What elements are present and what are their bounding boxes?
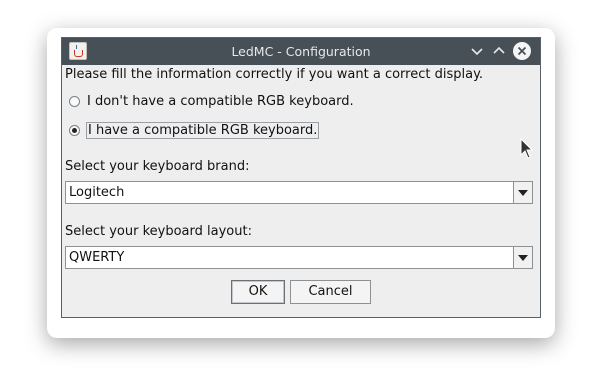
maximize-button[interactable] bbox=[490, 42, 508, 60]
radio-button-checked[interactable] bbox=[69, 124, 80, 136]
dialog-content: Please fill the information correctly if… bbox=[62, 65, 540, 317]
radio-label: I have a compatible RGB keyboard. bbox=[86, 121, 320, 139]
radio-label: I don't have a compatible RGB keyboard. bbox=[87, 93, 354, 109]
chevron-down-icon bbox=[471, 48, 483, 56]
radio-button-unchecked[interactable] bbox=[69, 95, 80, 107]
radio-no-rgb-keyboard[interactable]: I don't have a compatible RGB keyboard. bbox=[69, 92, 355, 110]
close-icon bbox=[517, 46, 527, 56]
config-dialog: LedMC - Configuration Please fill the in… bbox=[61, 37, 541, 318]
brand-dropdown-button[interactable] bbox=[513, 182, 532, 203]
layout-label: Select your keyboard layout: bbox=[65, 224, 252, 239]
chevron-up-icon bbox=[493, 46, 505, 54]
brand-label: Select your keyboard brand: bbox=[65, 159, 250, 174]
title-bar[interactable]: LedMC - Configuration bbox=[62, 38, 540, 65]
minimize-button[interactable] bbox=[468, 42, 486, 60]
dropdown-arrow-icon bbox=[518, 190, 528, 196]
mouse-cursor-icon bbox=[520, 138, 534, 159]
radio-has-rgb-keyboard[interactable]: I have a compatible RGB keyboard. bbox=[69, 121, 320, 139]
layout-dropdown-button[interactable] bbox=[513, 247, 532, 268]
layout-select[interactable]: QWERTY bbox=[65, 246, 533, 269]
brand-selected-value: Logitech bbox=[69, 185, 125, 200]
close-button[interactable] bbox=[513, 42, 531, 60]
dropdown-arrow-icon bbox=[518, 255, 528, 261]
ok-button[interactable]: OK bbox=[231, 280, 285, 304]
layout-selected-value: QWERTY bbox=[69, 250, 125, 265]
info-text: Please fill the information correctly if… bbox=[65, 67, 484, 82]
cancel-button[interactable]: Cancel bbox=[290, 280, 371, 304]
brand-select[interactable]: Logitech bbox=[65, 181, 533, 204]
